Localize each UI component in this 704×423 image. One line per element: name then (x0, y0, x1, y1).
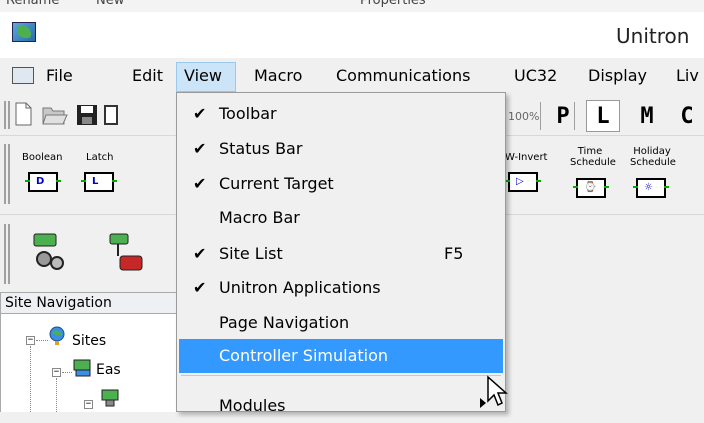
site-list-shortcut: F5 (444, 244, 464, 263)
controller-expander[interactable]: − (84, 400, 93, 409)
connect-phone-icon[interactable] (108, 232, 144, 274)
w-invert-block-label: W-Invert (505, 152, 548, 163)
holiday-schedule-block-icon[interactable]: ☼ (633, 178, 669, 198)
sites-globe-icon (49, 326, 65, 345)
site-list-check-icon: ✔ (193, 244, 207, 263)
document-menu-icon[interactable] (12, 67, 34, 84)
east-site-icon (73, 359, 91, 377)
site-settings-icon[interactable] (30, 232, 70, 272)
save-disk-icon[interactable] (76, 104, 98, 126)
menu-item-label: Controller Simulation (219, 346, 389, 365)
letter-c-button[interactable]: C (672, 104, 702, 130)
latch-block-icon[interactable]: L (81, 172, 117, 192)
open-folder-icon[interactable] (42, 104, 68, 126)
menu-item-label: Modules (219, 396, 286, 415)
menu-view[interactable]: View (184, 66, 222, 85)
menu-item-label: Macro Bar (219, 208, 300, 227)
top-strip: Rename New Properties (0, 0, 704, 12)
menu-item-label: Toolbar (219, 104, 277, 123)
tree-item-sites[interactable]: Sites (72, 333, 106, 349)
boolean-block-icon[interactable]: D (25, 172, 61, 192)
letter-p-button[interactable]: P (548, 104, 578, 130)
toolbar-check-icon: ✔ (193, 104, 207, 123)
menu-live[interactable]: Liv (676, 66, 699, 85)
menu-macro[interactable]: Macro (254, 66, 302, 85)
menu-item-macro-bar[interactable]: Macro Bar (179, 201, 503, 235)
controller-icon (101, 389, 119, 407)
menu-item-modules[interactable]: Modules (179, 389, 503, 423)
top-strip-text-2: New (96, 0, 125, 8)
menu-item-page-navigation[interactable]: Page Navigation (179, 306, 503, 340)
menu-communications[interactable]: Communications (336, 66, 470, 85)
holiday-schedule-block-label: Holiday Schedule (630, 146, 676, 168)
menu-item-label: Page Navigation (219, 313, 350, 332)
latch-block-label: Latch (86, 152, 114, 163)
menu-item-toolbar[interactable]: ✔ Toolbar (179, 97, 503, 131)
window-title: Unitron (616, 24, 690, 48)
letter-l-button[interactable]: L (588, 104, 618, 130)
menu-display[interactable]: Display (588, 66, 647, 85)
top-strip-text-1: Rename (6, 0, 60, 8)
menu-item-label: Unitron Applications (219, 278, 381, 297)
current-target-check-icon: ✔ (193, 174, 207, 193)
menu-item-label: Site List (219, 244, 283, 263)
menu-item-current-target[interactable]: ✔ Current Target (179, 167, 503, 201)
mouse-pointer-icon (487, 375, 508, 407)
site-navigation-header: Site Navigation (0, 292, 182, 314)
tree-item-east[interactable]: Eas (96, 362, 121, 378)
menu-item-status-bar[interactable]: ✔ Status Bar (179, 132, 503, 166)
menu-edit[interactable]: Edit (132, 66, 163, 85)
view-dropdown-menu: ✔ Toolbar ✔ Status Bar ✔ Current Target … (176, 92, 506, 415)
w-invert-block-icon[interactable]: ▷ (505, 172, 541, 192)
menu-uc32[interactable]: UC32 (514, 66, 557, 85)
top-strip-text-3: Properties (360, 0, 426, 8)
status-bar-check-icon: ✔ (193, 139, 207, 158)
print-preview-icon[interactable] (104, 104, 118, 126)
menu-item-controller-simulation[interactable]: Controller Simulation (179, 339, 503, 373)
sites-expander[interactable]: − (26, 336, 35, 345)
unitron-applications-check-icon: ✔ (193, 278, 207, 297)
app-icon[interactable] (12, 22, 36, 42)
east-expander[interactable]: − (52, 368, 61, 377)
menu-item-site-list[interactable]: ✔ Site List F5 (179, 237, 503, 271)
letter-m-button[interactable]: M (632, 104, 662, 130)
title-bar (0, 12, 704, 58)
time-schedule-block-label: Time Schedule (570, 146, 616, 168)
menu-file[interactable]: File (46, 66, 73, 85)
menu-item-unitron-applications[interactable]: ✔ Unitron Applications (179, 271, 503, 305)
menu-separator (181, 375, 501, 376)
time-schedule-block-icon[interactable]: ⌚ (573, 178, 609, 198)
menu-item-label: Current Target (219, 174, 334, 193)
new-file-icon[interactable] (14, 102, 32, 126)
boolean-block-label: Boolean (22, 152, 63, 163)
zoom-100-button[interactable]: 100% (508, 110, 539, 123)
menu-item-label: Status Bar (219, 139, 303, 158)
